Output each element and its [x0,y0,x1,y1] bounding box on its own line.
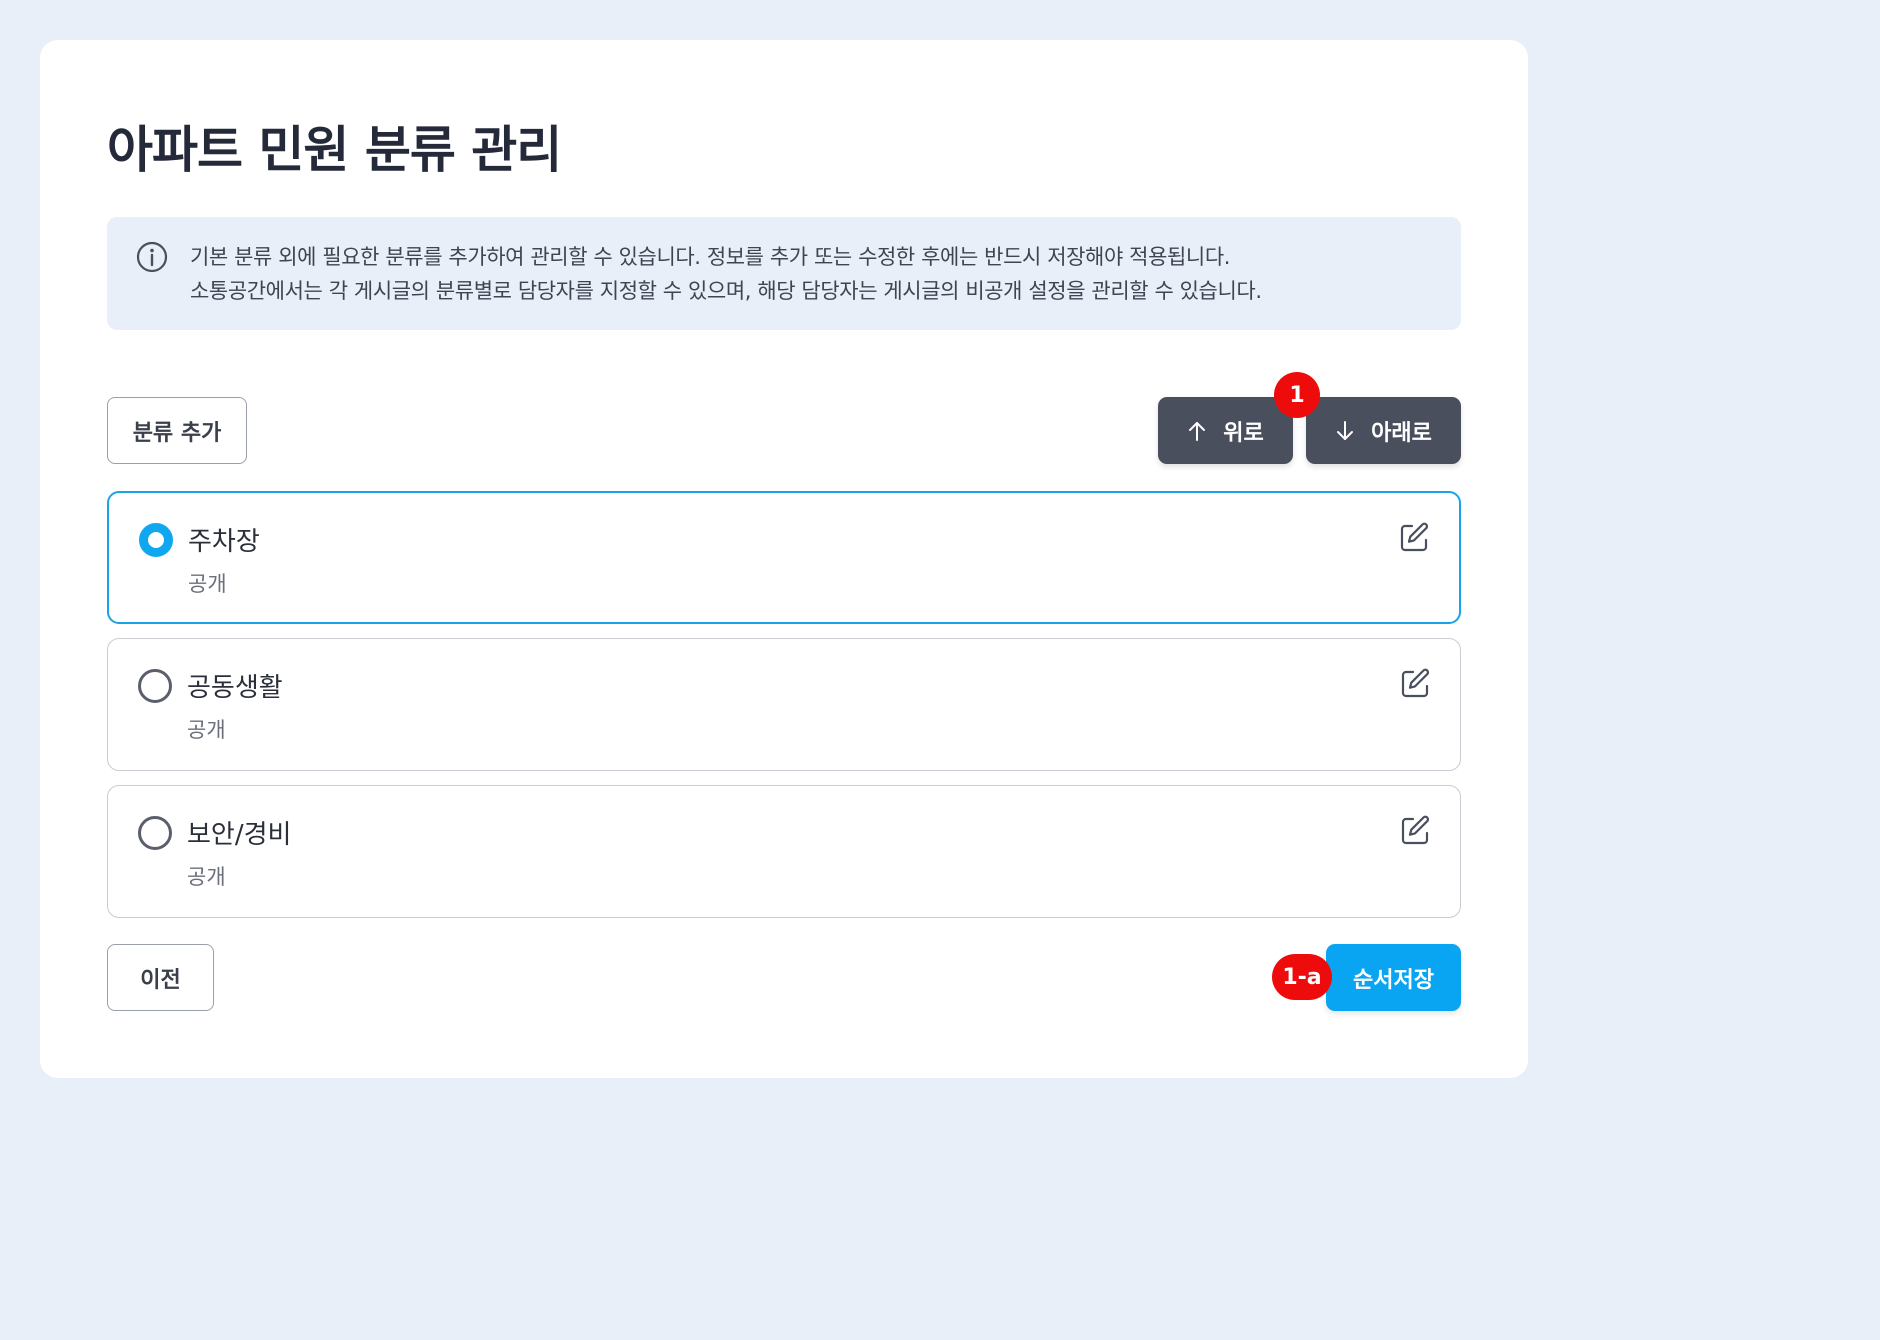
annotation-badge-1: 1 [1274,372,1320,418]
move-down-label: 아래로 [1371,420,1432,446]
save-order-button[interactable]: 순서저장 [1326,944,1461,1011]
move-up-label: 위로 [1223,420,1264,446]
arrow-down-icon [1337,420,1354,440]
category-radio[interactable] [138,816,172,850]
add-category-button[interactable]: 분류 추가 [107,397,247,464]
info-text: 기본 분류 외에 필요한 분류를 추가하여 관리할 수 있습니다. 정보를 추가… [190,240,1262,308]
category-name: 보안/경비 [187,820,292,850]
category-radio[interactable] [138,669,172,703]
category-status: 공개 [187,718,226,742]
info-line-2: 소통공간에서는 각 게시글의 분류별로 담당자를 지정할 수 있으며, 해당 담… [190,279,1262,303]
category-item[interactable]: 보안/경비 공개 [107,785,1461,918]
category-item[interactable]: 주차장 공개 [107,491,1461,624]
annotation-badge-1a: 1-a [1272,954,1332,1000]
category-item[interactable]: 공동생활 공개 [107,638,1461,771]
main-card: 아파트 민원 분류 관리 기본 분류 외에 필요한 분류를 추가하여 관리할 수… [40,40,1528,1078]
edit-icon[interactable] [1397,521,1431,555]
info-notice: 기본 분류 외에 필요한 분류를 추가하여 관리할 수 있습니다. 정보를 추가… [107,217,1461,330]
category-status: 공개 [188,572,227,596]
category-name: 공동생활 [187,673,283,703]
previous-button[interactable]: 이전 [107,944,214,1011]
category-status: 공개 [187,865,226,889]
edit-icon[interactable] [1398,814,1432,848]
info-line-1: 기본 분류 외에 필요한 분류를 추가하여 관리할 수 있습니다. 정보를 추가… [190,245,1231,269]
info-circle-icon [136,241,168,273]
edit-icon[interactable] [1398,667,1432,701]
category-name: 주차장 [188,527,260,557]
move-down-button[interactable]: 아래로 [1306,397,1461,464]
arrow-up-icon [1189,421,1206,441]
category-radio[interactable] [139,523,173,557]
page-title: 아파트 민원 분류 관리 [107,121,562,179]
move-up-button[interactable]: 위로 [1158,397,1293,464]
